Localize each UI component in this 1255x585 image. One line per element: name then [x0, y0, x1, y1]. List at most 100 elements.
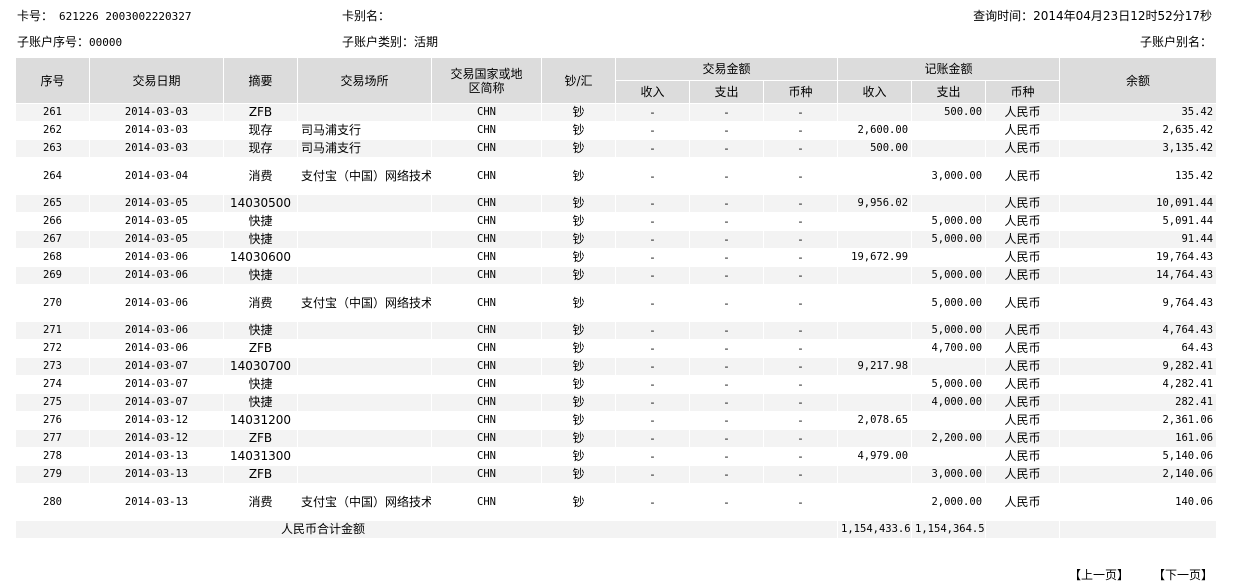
cell-place — [297, 266, 432, 285]
cell-book-currency: 人民币 — [985, 429, 1061, 448]
cell-country: CHN — [431, 230, 542, 249]
cell-book-expense — [911, 248, 987, 267]
cell-summary: 14030500 — [223, 194, 298, 213]
col-header-tx-currency: 币种 — [762, 80, 839, 104]
cell-date: 2014-03-03 — [89, 139, 224, 158]
cell-date: 2014-03-07 — [89, 375, 224, 394]
cell-date: 2014-03-13 — [89, 465, 224, 484]
col-header-summary: 摘要 — [223, 57, 298, 104]
cell-country: CHN — [431, 121, 542, 140]
table-row: 278 2014-03-13 14031300 CHN 钞 - - -4,979.00 人民币 5… — [15, 447, 1218, 466]
cell-seq: 269 — [15, 266, 90, 285]
cell-tx-income: - — [615, 465, 690, 484]
cell-place: 支付宝（中国）网络技术有限公司 — [297, 483, 432, 521]
cell-book-expense: 5,000.00 — [911, 284, 987, 322]
table-row: 261 2014-03-03 ZFB CHN 钞 - - -500.00 人民币 35.42 — [15, 103, 1218, 122]
total-income: 1,154,433.62 — [837, 520, 913, 539]
cell-tx-currency: - — [762, 339, 839, 358]
cell-tx-currency: - — [762, 157, 839, 195]
cell-book-currency: 人民币 — [985, 393, 1061, 412]
cell-tx-income: - — [615, 321, 690, 340]
total-empty-balance — [1059, 520, 1218, 539]
cell-date: 2014-03-07 — [89, 393, 224, 412]
cell-tx-currency: - — [762, 212, 839, 231]
cell-tx-income: - — [615, 284, 690, 322]
cell-balance: 4,764.43 — [1059, 321, 1218, 340]
cell-book-income — [837, 375, 913, 394]
sub-account-type-label: 子账户类别： — [342, 35, 415, 49]
table-row: 267 2014-03-05 快捷 CHN 钞 - - -5,000.00 人民币 91.44 — [15, 230, 1218, 249]
cell-country: CHN — [431, 284, 542, 322]
cell-country: CHN — [431, 339, 542, 358]
card-number-label: 卡号： — [17, 9, 54, 23]
cell-place — [297, 248, 432, 267]
cell-cash: 钞 — [541, 121, 616, 140]
prev-page-link[interactable]: 【上一页】 — [1069, 566, 1129, 583]
cell-tx-currency: - — [762, 321, 839, 340]
cell-tx-expense: - — [689, 157, 764, 195]
cell-summary: ZFB — [223, 103, 298, 122]
cell-tx-currency: - — [762, 230, 839, 249]
cell-place: 支付宝（中国）网络技术有限公司 — [297, 284, 432, 322]
cell-cash: 钞 — [541, 157, 616, 195]
cell-tx-expense: - — [689, 248, 764, 267]
cell-tx-income: - — [615, 375, 690, 394]
cell-balance: 161.06 — [1059, 429, 1218, 448]
cell-cash: 钞 — [541, 393, 616, 412]
cell-seq: 263 — [15, 139, 90, 158]
cell-place: 支付宝（中国）网络技术有限公司 — [297, 157, 432, 195]
cell-balance: 10,091.44 — [1059, 194, 1218, 213]
table-row: 263 2014-03-03 现存 司马浦支行 CHN 钞 - - -500.00 人民币 3,13… — [15, 139, 1218, 158]
cell-seq: 270 — [15, 284, 90, 322]
cell-balance: 140.06 — [1059, 483, 1218, 521]
cell-balance: 4,282.41 — [1059, 375, 1218, 394]
cell-book-currency: 人民币 — [985, 248, 1061, 267]
cell-book-income — [837, 339, 913, 358]
cell-country: CHN — [431, 429, 542, 448]
cell-book-currency: 人民币 — [985, 212, 1061, 231]
cell-summary: 消费 — [223, 483, 298, 521]
cell-tx-currency: - — [762, 483, 839, 521]
cell-cash: 钞 — [541, 284, 616, 322]
table-row: 265 2014-03-05 14030500 CHN 钞 - - -9,956.02 人民币 1… — [15, 194, 1218, 213]
cell-seq: 271 — [15, 321, 90, 340]
col-header-book-expense: 支出 — [911, 80, 987, 104]
cell-book-expense: 4,700.00 — [911, 339, 987, 358]
col-header-book-currency: 币种 — [985, 80, 1061, 104]
cell-country: CHN — [431, 139, 542, 158]
cell-book-income — [837, 393, 913, 412]
cell-tx-currency: - — [762, 429, 839, 448]
cell-place: 司马浦支行 — [297, 139, 432, 158]
cell-balance: 64.43 — [1059, 339, 1218, 358]
cell-tx-income: - — [615, 339, 690, 358]
cell-tx-income: - — [615, 411, 690, 430]
cell-tx-income: - — [615, 393, 690, 412]
cell-date: 2014-03-13 — [89, 483, 224, 521]
next-page-link[interactable]: 【下一页】 — [1153, 566, 1213, 583]
table-row: 275 2014-03-07 快捷 CHN 钞 - - -4,000.00 人民币 282.41 — [15, 393, 1218, 412]
cell-seq: 277 — [15, 429, 90, 448]
total-row: 人民币合计金额 1,154,433.62 1,154,364.51 — [14, 520, 1218, 539]
cell-balance: 5,091.44 — [1059, 212, 1218, 231]
cell-tx-expense: - — [689, 103, 764, 122]
cell-tx-currency: - — [762, 393, 839, 412]
cell-tx-expense: - — [689, 339, 764, 358]
cell-place — [297, 429, 432, 448]
cell-tx-expense: - — [689, 411, 764, 430]
cell-date: 2014-03-07 — [89, 357, 224, 376]
cell-summary: 快捷 — [223, 393, 298, 412]
cell-cash: 钞 — [541, 194, 616, 213]
cell-date: 2014-03-06 — [89, 266, 224, 285]
cell-cash: 钞 — [541, 339, 616, 358]
cell-country: CHN — [431, 393, 542, 412]
cell-summary: 现存 — [223, 139, 298, 158]
transaction-table: 序号 交易日期 摘要 交易场所 交易国家或地区简称 钞/汇 交易金额 记账金额 … — [14, 57, 1218, 539]
cell-place — [297, 411, 432, 430]
table-row: 2802014-03-13消费支付宝（中国）网络技术有限公司CHN钞---2,0… — [15, 483, 1218, 521]
cell-book-income: 9,956.02 — [837, 194, 913, 213]
cell-seq: 267 — [15, 230, 90, 249]
cell-summary: 快捷 — [223, 375, 298, 394]
total-empty-currency — [985, 520, 1061, 539]
cell-date: 2014-03-12 — [89, 411, 224, 430]
cell-book-currency: 人民币 — [985, 230, 1061, 249]
